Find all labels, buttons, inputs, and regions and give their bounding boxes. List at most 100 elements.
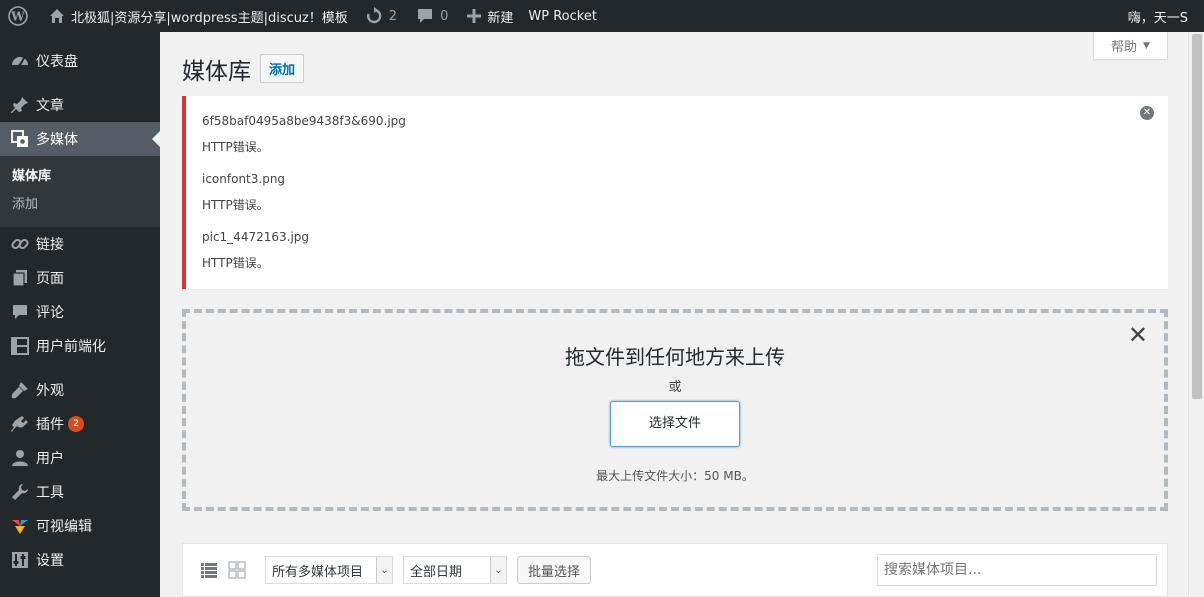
- admin-sidebar: 仪表盘 文章 多媒体 媒体库 添加 链接 页面 评论 用户前端化 外观 插件 2…: [0, 32, 160, 597]
- error-message: HTTP错误。: [202, 140, 269, 154]
- upload-instructions: 拖文件到任何地方来上传: [565, 345, 785, 369]
- home-icon: [49, 8, 65, 24]
- wp-rocket-link[interactable]: WP Rocket: [520, 0, 604, 32]
- pushpin-icon: [10, 95, 30, 115]
- menu-media[interactable]: 多媒体: [0, 122, 160, 156]
- media-icon: [10, 129, 30, 149]
- menu-label: 设置: [36, 553, 64, 569]
- user-icon: [10, 448, 30, 468]
- wp-logo-button[interactable]: W: [0, 0, 35, 32]
- menu-links[interactable]: 链接: [0, 227, 160, 261]
- add-new-media-button[interactable]: 添加: [260, 54, 305, 83]
- menu-label: 工具: [36, 485, 64, 501]
- my-account-link[interactable]: 嗨，天一S: [1121, 0, 1204, 32]
- comment-bubble-icon: [416, 7, 434, 25]
- help-tab-button[interactable]: 帮助 ▼: [1093, 32, 1168, 60]
- refresh-icon: [365, 7, 383, 25]
- admin-bar: W 北极狐|资源分享|wordpress主题|discuz！模板 2 0 新建 …: [0, 0, 1204, 32]
- help-label: 帮助: [1111, 40, 1138, 55]
- dismiss-errors-icon[interactable]: ✕: [1140, 106, 1154, 120]
- layout-icon: [10, 336, 30, 356]
- menu-visual-editor[interactable]: 可视编辑: [0, 509, 160, 543]
- menu-frontend[interactable]: 用户前端化: [0, 329, 160, 363]
- comments-link[interactable]: 0: [404, 0, 455, 32]
- site-name: 北极狐|资源分享|wordpress主题|discuz！模板: [71, 10, 348, 26]
- page-scrollbar[interactable]: [1188, 32, 1204, 597]
- scrollbar-thumb[interactable]: [1192, 34, 1202, 399]
- menu-label: 用户前端化: [36, 339, 106, 355]
- bulk-select-button[interactable]: 批量选择: [517, 556, 592, 584]
- page-title: 媒体库: [182, 59, 251, 85]
- menu-label: 多媒体: [36, 132, 78, 148]
- greeting: 嗨，天一S: [1127, 10, 1188, 26]
- media-toolbar: 所有多媒体项目 ⌄ 全部日期 ⌄ 批量选择: [182, 543, 1168, 597]
- max-upload-size: 最大上传文件大小：50 MB。: [596, 469, 754, 483]
- chevron-down-icon: ⌄: [376, 557, 392, 583]
- menu-label: 插件: [36, 417, 64, 433]
- link-chain-icon: [10, 234, 30, 254]
- plus-icon: [467, 9, 482, 23]
- comment-icon: [10, 302, 30, 322]
- menu-label: 外观: [36, 383, 64, 399]
- new-label: 新建: [487, 10, 514, 26]
- menu-users[interactable]: 用户: [0, 441, 160, 475]
- comments-count: 0: [440, 8, 449, 24]
- upload-error-item: 6f58baf0495a8be9438f3&690.jpg HTTP错误。: [202, 110, 1152, 158]
- error-filename: iconfont3.png: [202, 172, 286, 186]
- wordpress-logo-icon: W: [8, 6, 28, 26]
- submenu-media-library[interactable]: 媒体库: [0, 163, 160, 191]
- upload-error-item: iconfont3.png HTTP错误。: [202, 168, 1152, 216]
- caret-down-icon: ▼: [1143, 40, 1150, 51]
- date-filter[interactable]: 全部日期 ⌄: [403, 556, 507, 584]
- plugins-update-badge: 2: [68, 416, 84, 432]
- menu-label: 可视编辑: [36, 519, 92, 535]
- menu-comments[interactable]: 评论: [0, 295, 160, 329]
- new-content-link[interactable]: 新建: [455, 0, 520, 32]
- media-type-selected: 所有多媒体项目: [272, 564, 364, 580]
- menu-tools[interactable]: 工具: [0, 475, 160, 509]
- error-filename: 6f58baf0495a8be9438f3&690.jpg: [202, 114, 406, 128]
- wp-rocket-label: WP Rocket: [528, 8, 597, 24]
- visual-composer-icon: [10, 516, 30, 536]
- settings-sliders-icon: [10, 550, 30, 570]
- menu-settings[interactable]: 设置: [0, 543, 160, 577]
- error-filename: pic1_4472163.jpg: [202, 230, 310, 244]
- menu-label: 用户: [36, 451, 64, 467]
- svg-text:W: W: [10, 10, 25, 24]
- error-message: HTTP错误。: [202, 256, 269, 270]
- select-files-button[interactable]: 选择文件: [610, 401, 740, 447]
- grid-view-icon[interactable]: [227, 560, 247, 580]
- menu-label: 页面: [36, 271, 64, 287]
- date-filter-selected: 全部日期: [410, 564, 463, 580]
- search-media-input[interactable]: [877, 554, 1157, 586]
- upload-errors-notice: ✕ 6f58baf0495a8be9438f3&690.jpg HTTP错误。 …: [182, 96, 1168, 289]
- menu-posts[interactable]: 文章: [0, 88, 160, 122]
- main-content: 媒体库 添加 帮助 ▼ ✕ 6f58baf0495a8be9438f3&690.…: [160, 32, 1188, 597]
- chevron-down-icon: ⌄: [490, 557, 506, 583]
- site-name-link[interactable]: 北极狐|资源分享|wordpress主题|discuz！模板: [35, 0, 355, 32]
- menu-label: 文章: [36, 98, 64, 114]
- upload-or-text: 或: [668, 380, 682, 395]
- updates-link[interactable]: 2: [355, 0, 404, 32]
- menu-label: 仪表盘: [36, 54, 78, 70]
- upload-error-item: pic1_4472163.jpg HTTP错误。: [202, 226, 1152, 274]
- menu-pages[interactable]: 页面: [0, 261, 160, 295]
- updates-count: 2: [388, 8, 398, 24]
- plug-icon: [10, 414, 30, 434]
- menu-label: 评论: [36, 305, 64, 321]
- wrench-icon: [10, 482, 30, 502]
- menu-label: 链接: [36, 237, 64, 253]
- menu-dashboard[interactable]: 仪表盘: [0, 44, 160, 78]
- paintbrush-icon: [10, 380, 30, 400]
- menu-appearance[interactable]: 外观: [0, 373, 160, 407]
- menu-plugins[interactable]: 插件 2: [0, 407, 160, 441]
- pages-icon: [10, 268, 30, 288]
- dashboard-gauge-icon: [10, 51, 30, 71]
- error-message: HTTP错误。: [202, 198, 269, 212]
- list-view-icon[interactable]: [199, 560, 219, 580]
- media-submenu: 媒体库 添加: [0, 156, 160, 227]
- close-uploader-icon[interactable]: ✕: [1128, 323, 1148, 347]
- media-type-filter[interactable]: 所有多媒体项目 ⌄: [265, 556, 393, 584]
- upload-drop-zone[interactable]: ✕ 拖文件到任何地方来上传 或 选择文件 最大上传文件大小：50 MB。: [182, 309, 1168, 511]
- submenu-media-add[interactable]: 添加: [0, 191, 160, 219]
